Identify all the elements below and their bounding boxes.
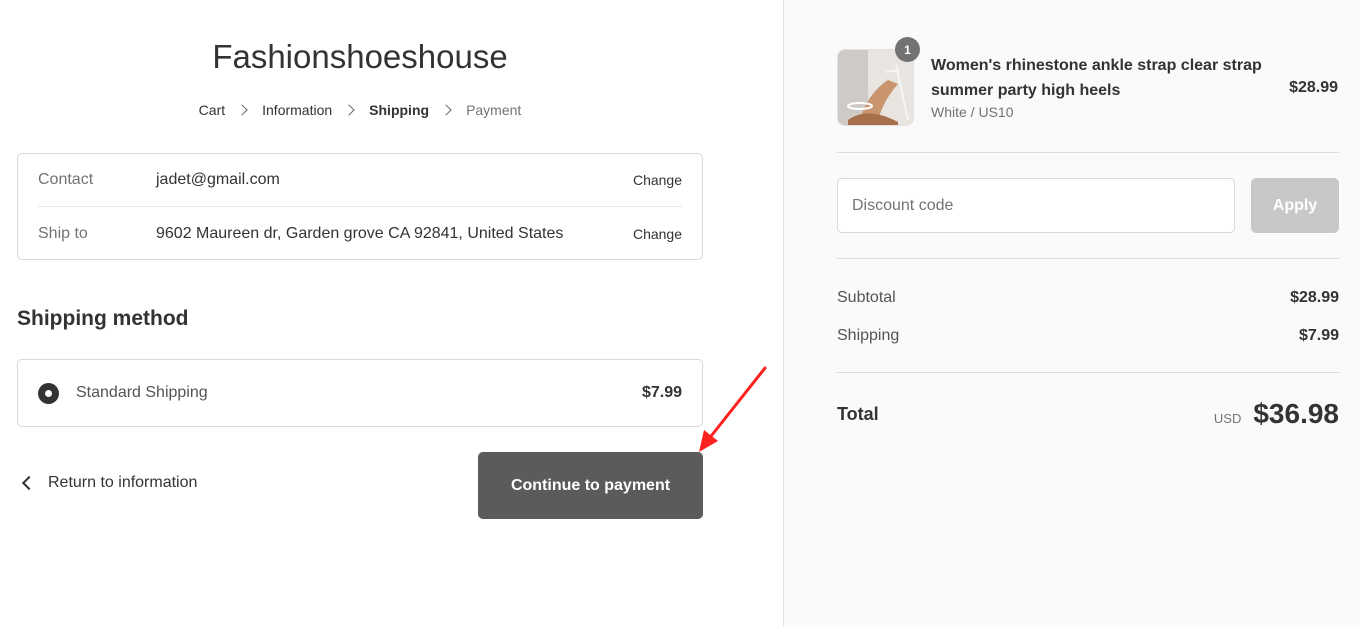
apply-discount-button[interactable]: Apply [1251,178,1339,233]
radio-dot [45,389,52,397]
shipping-option-name: Standard Shipping [76,384,208,401]
return-label: Return to information [48,474,198,491]
order-summary-panel: 1 Women's rhinestone ankle strap clear s… [783,0,1360,627]
chevron-right-icon [236,104,248,116]
total-row: Total USD $36.98 [837,398,1339,430]
annotation-arrow-icon [699,366,767,452]
continue-to-payment-button[interactable]: Continue to payment [478,452,703,519]
change-contact-link[interactable]: Change [633,172,682,188]
chevron-left-icon [21,475,37,491]
product-thumbnail-wrap: 1 [837,37,920,126]
breadcrumb: Cart Information Shipping Payment [0,102,720,118]
shipping-row: Shipping $7.99 [837,327,1339,345]
subtotal-label: Subtotal [837,289,896,306]
quantity-badge: 1 [895,37,920,62]
store-title[interactable]: Fashionshoeshouse [0,38,720,76]
chevron-right-icon [440,104,452,116]
radio-selected-icon[interactable] [38,382,59,404]
divider [837,258,1339,259]
subtotal-value: $28.99 [1290,289,1339,306]
product-price: $28.99 [1289,79,1338,96]
shipping-value: $7.99 [1298,327,1339,344]
ship-to-value: 9602 Maureen dr, Garden grove CA 92841, … [156,224,564,242]
product-variant: White / US10 [931,104,1014,120]
total-value: $36.98 [1253,398,1339,429]
shipping-method-title: Shipping method [17,307,189,330]
contact-value: jadet@gmail.com [156,171,280,188]
divider [837,152,1339,153]
contact-label: Contact [38,171,94,188]
review-ship-row: Ship to 9602 Maureen dr, Garden grove CA… [38,207,682,260]
ship-to-label: Ship to [38,224,88,242]
shipping-option[interactable]: Standard Shipping $7.99 [17,359,703,427]
main-panel: Fashionshoeshouse Cart Information Shipp… [0,0,783,627]
breadcrumb-shipping: Shipping [369,102,430,118]
breadcrumb-information[interactable]: Information [262,102,332,118]
breadcrumb-cart[interactable]: Cart [199,102,225,118]
shipping-label: Shipping [837,327,900,344]
change-ship-link[interactable]: Change [633,226,682,242]
return-to-information-link[interactable]: Return to information [20,474,197,492]
product-name: Women's rhinestone ankle strap clear str… [931,57,1262,99]
breadcrumb-payment: Payment [466,102,522,118]
review-contact-row: Contact jadet@gmail.com Change [38,154,682,207]
currency-code: USD [1213,411,1242,426]
review-box: Contact jadet@gmail.com Change Ship to 9… [17,153,703,260]
shipping-option-price: $7.99 [641,384,682,401]
divider [837,372,1339,373]
total-label: Total [837,403,879,424]
discount-code-input[interactable] [837,178,1235,233]
subtotal-row: Subtotal $28.99 [837,289,1339,307]
total-amount: USD $36.98 [1214,398,1339,430]
chevron-right-icon [343,104,355,116]
